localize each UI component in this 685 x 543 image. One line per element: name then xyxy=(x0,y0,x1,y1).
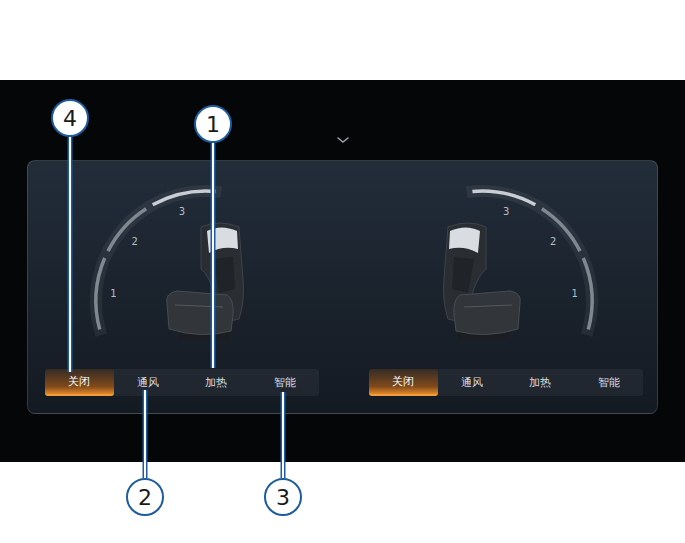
mode-button-row: 关闭通风加热智能 xyxy=(369,369,643,396)
callout-line xyxy=(143,390,148,478)
seat-climate-panel: 123关闭通风加热智能123关闭通风加热智能 xyxy=(27,160,658,414)
callout-line xyxy=(281,392,286,478)
mode-button[interactable]: 通风 xyxy=(438,369,507,396)
gauge-label: 1 xyxy=(110,288,116,299)
mode-button[interactable]: 关闭 xyxy=(45,369,114,396)
callout-number: 3 xyxy=(276,485,290,510)
mode-button[interactable]: 通风 xyxy=(114,369,183,396)
callout: 1 xyxy=(195,106,231,368)
vehicle-display: 123关闭通风加热智能123关闭通风加热智能 xyxy=(0,80,685,462)
gauge-label: 1 xyxy=(571,288,577,299)
mode-button[interactable]: 关闭 xyxy=(369,369,438,396)
callout-circle xyxy=(127,479,163,515)
gauge-segment xyxy=(108,209,146,251)
gauge-segment xyxy=(96,258,105,330)
seat-control: 1 2 3 关闭通风加热智能 xyxy=(369,161,643,396)
seat-icon xyxy=(444,223,521,339)
callout-circle xyxy=(195,106,231,142)
callout-circle xyxy=(52,100,88,136)
mode-button[interactable]: 智能 xyxy=(251,369,320,396)
gauge-label: 3 xyxy=(179,206,185,217)
gauge-segment xyxy=(153,191,216,205)
gauge-label: 2 xyxy=(550,236,556,247)
callout: 2 xyxy=(127,390,163,515)
callout-number: 1 xyxy=(206,112,220,137)
callout-number: 2 xyxy=(138,485,152,510)
seat-level-gauge: 1 2 3 xyxy=(369,161,643,369)
gauge-segment xyxy=(542,209,580,251)
gauge-segment xyxy=(472,191,535,205)
mode-button[interactable]: 加热 xyxy=(182,369,251,396)
callout-number: 4 xyxy=(63,106,77,131)
gauge-label: 2 xyxy=(132,236,138,247)
callout-line xyxy=(211,143,216,368)
callout: 4 xyxy=(52,100,88,372)
callout-overlay: 4 1 2 3 xyxy=(0,0,685,543)
gauge-segment xyxy=(583,258,592,330)
mode-button[interactable]: 智能 xyxy=(575,369,644,396)
manual-figure: 123关闭通风加热智能123关闭通风加热智能4123 xyxy=(0,0,685,543)
callout-line xyxy=(68,137,73,372)
gauge-label: 3 xyxy=(503,206,509,217)
seat-icon xyxy=(167,223,244,339)
collapse-chevron-icon[interactable] xyxy=(336,134,350,146)
callout: 3 xyxy=(265,392,301,515)
mode-button[interactable]: 加热 xyxy=(506,369,575,396)
mode-button-row: 关闭通风加热智能 xyxy=(45,369,319,396)
callout-circle xyxy=(265,479,301,515)
seat-level-gauge: 1 2 3 xyxy=(45,161,319,369)
seat-control: 1 2 3 关闭通风加热智能 xyxy=(45,161,319,396)
